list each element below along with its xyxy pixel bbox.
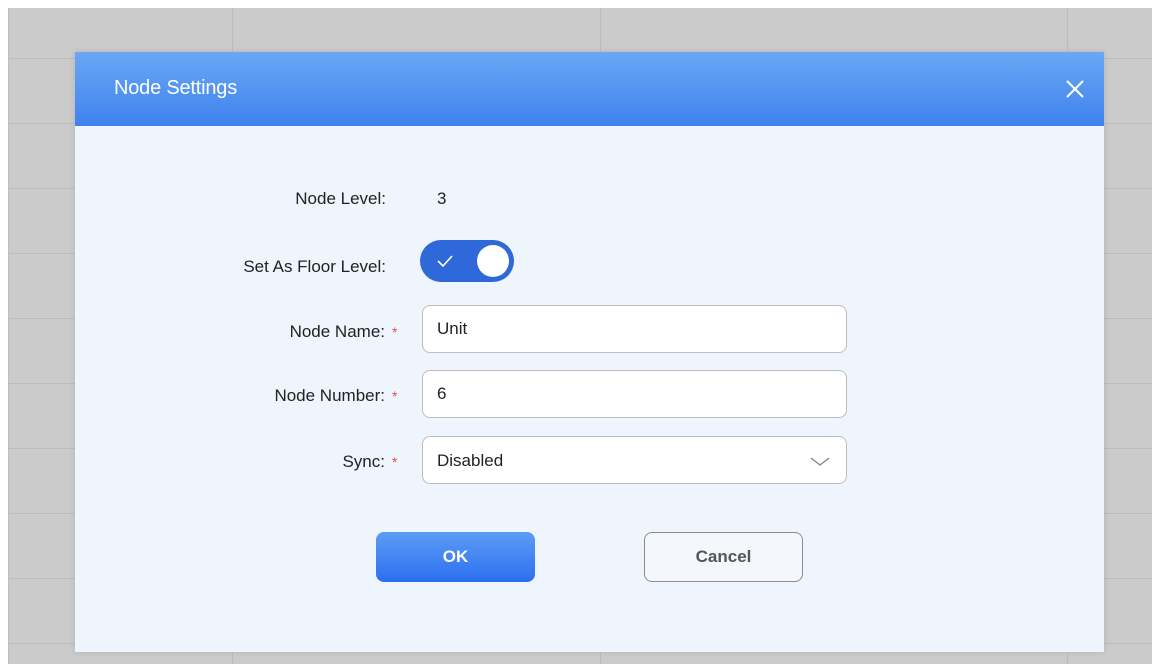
- sync-label: Sync:: [342, 452, 385, 471]
- node-level-value: 3: [437, 189, 447, 208]
- node-number-field[interactable]: [422, 370, 847, 418]
- node-number-input[interactable]: [437, 371, 827, 417]
- dialog-title: Node Settings: [114, 77, 238, 99]
- close-icon[interactable]: [1060, 74, 1090, 104]
- dialog-header: Node Settings: [75, 52, 1104, 126]
- required-marker: *: [392, 324, 398, 340]
- floor-level-label: Set As Floor Level:: [243, 257, 386, 276]
- sync-select[interactable]: Disabled: [422, 436, 847, 484]
- toggle-knob: [477, 245, 509, 277]
- ok-button[interactable]: OK: [376, 532, 535, 582]
- required-marker: *: [392, 454, 398, 470]
- check-icon: [436, 252, 454, 275]
- node-settings-dialog: Node Settings Node Level: 3 Set As Floor…: [75, 52, 1104, 652]
- node-number-label: Node Number:: [274, 386, 385, 405]
- required-marker: *: [392, 388, 398, 404]
- cancel-button[interactable]: Cancel: [644, 532, 803, 582]
- node-level-label: Node Level:: [295, 189, 386, 208]
- chevron-down-icon: [810, 455, 830, 473]
- sync-selected-value: Disabled: [437, 451, 504, 470]
- node-name-field[interactable]: [422, 305, 847, 353]
- node-name-label: Node Name:: [289, 322, 385, 341]
- floor-level-toggle[interactable]: [420, 240, 514, 282]
- node-name-input[interactable]: [437, 306, 827, 352]
